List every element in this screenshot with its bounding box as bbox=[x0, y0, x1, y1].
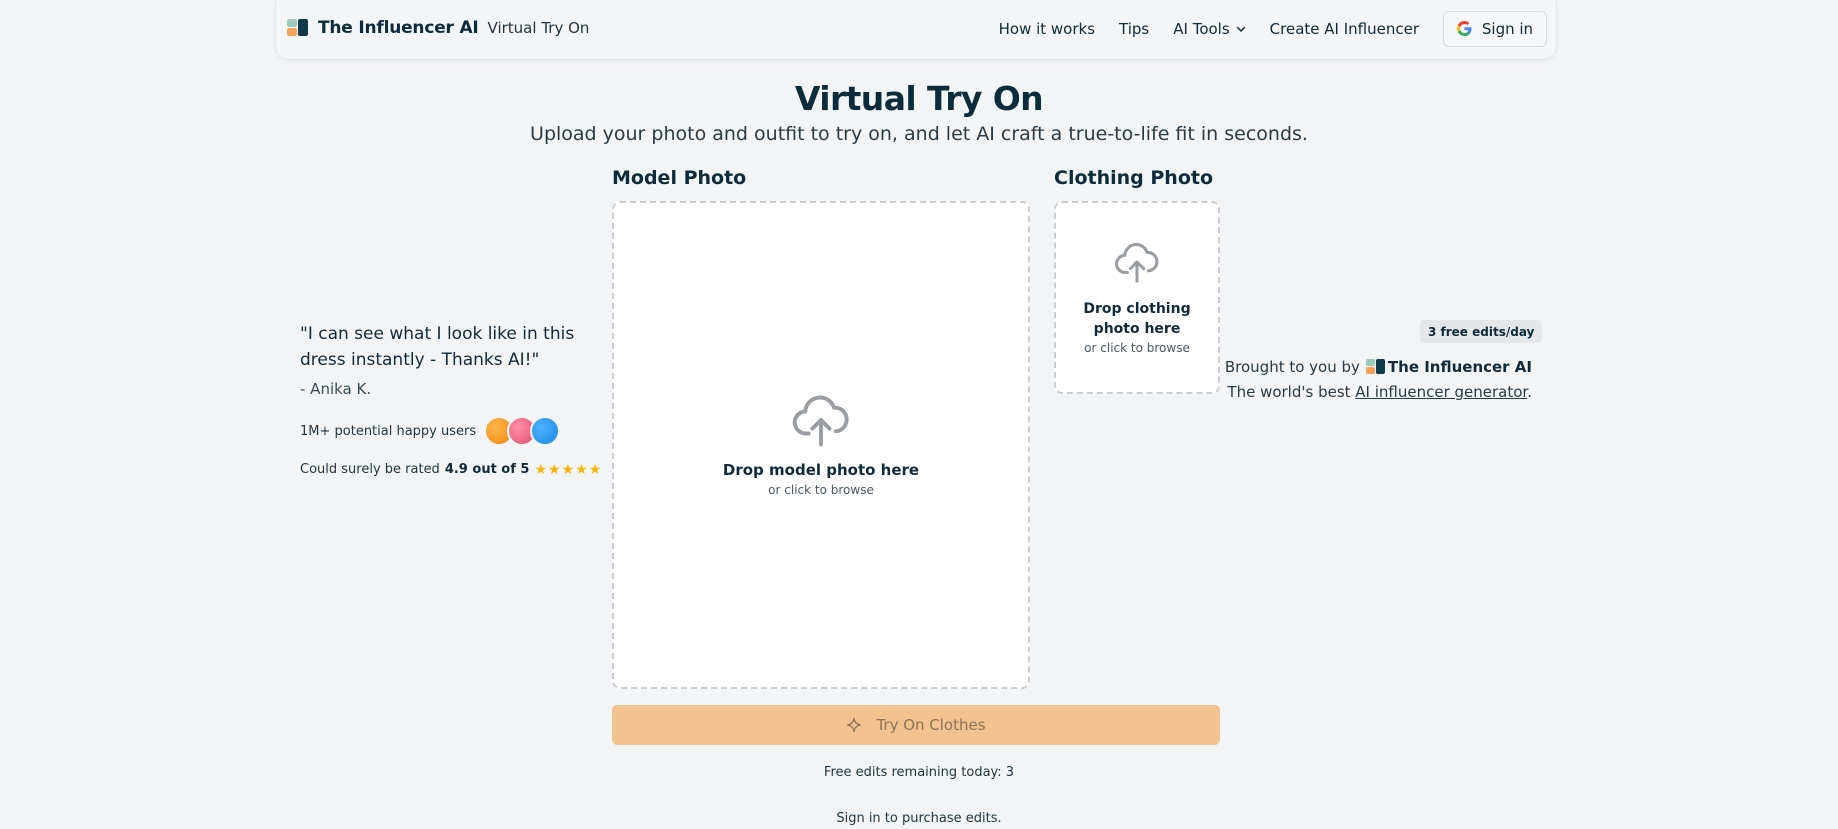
chevron-down-icon bbox=[1236, 26, 1245, 32]
sign-in-label: Sign in bbox=[1481, 19, 1534, 38]
brand[interactable]: The Influencer AI Virtual Try On bbox=[287, 18, 589, 38]
avatar bbox=[530, 416, 561, 446]
star-icon: ★ bbox=[561, 461, 575, 478]
nav-how-it-works[interactable]: How it works bbox=[999, 20, 1095, 38]
testimonial-quote: "I can see what I look like in this dres… bbox=[300, 324, 575, 370]
sign-in-button[interactable]: Sign in bbox=[1443, 10, 1547, 47]
free-edits-badge: 3 free edits/day bbox=[1420, 320, 1543, 343]
rating-prefix: Could surely be rated bbox=[300, 462, 440, 477]
avatar-group bbox=[484, 416, 561, 446]
sign-in-to-purchase: Sign in to purchase edits. bbox=[836, 811, 1002, 826]
testimonial-author: - Anika K. bbox=[300, 380, 372, 398]
brought-brand[interactable]: The Influencer AI bbox=[1388, 358, 1532, 376]
happy-users-row: 1M+ potential happy users bbox=[300, 416, 561, 446]
rating-value: 4.9 out of 5 bbox=[444, 462, 530, 477]
model-photo-dropzone[interactable]: Drop model photo here or click to browse bbox=[612, 201, 1030, 689]
brought-prefix: Brought to you by bbox=[1224, 358, 1360, 376]
nav-ai-tools-label: AI Tools bbox=[1173, 19, 1230, 38]
model-drop-sub: or click to browse bbox=[768, 483, 874, 497]
brand-subtitle: Virtual Try On bbox=[487, 19, 590, 37]
clothing-drop-title: Drop clothing photo here bbox=[1083, 300, 1191, 337]
rating-stars: ★ ★ ★ ★ ★ bbox=[534, 463, 602, 477]
star-icon: ★ bbox=[575, 461, 588, 478]
star-icon: ★ bbox=[588, 461, 602, 478]
try-on-label: Try On Clothes bbox=[876, 716, 986, 734]
logo-icon bbox=[1365, 359, 1386, 375]
free-edits-remaining: Free edits remaining today: 3 bbox=[823, 765, 1015, 780]
cloud-upload-icon bbox=[1115, 242, 1159, 283]
clothing-drop-sub: or click to browse bbox=[1084, 340, 1190, 355]
page-title: Virtual Try On bbox=[794, 79, 1044, 118]
star-icon: ★ bbox=[534, 461, 548, 478]
clothing-photo-label: Clothing Photo bbox=[1054, 167, 1214, 189]
cloud-upload-icon bbox=[792, 395, 849, 447]
top-navbar: The Influencer AI Virtual Try On How it … bbox=[275, 0, 1557, 60]
logo-icon bbox=[287, 18, 309, 38]
star-icon: ★ bbox=[548, 461, 561, 478]
model-photo-label: Model Photo bbox=[612, 167, 747, 189]
sparkle-icon bbox=[847, 717, 862, 733]
nav-ai-tools[interactable]: AI Tools bbox=[1173, 20, 1245, 38]
rating-row: Could surely be rated 4.9 out of 5 ★ ★ ★… bbox=[300, 462, 602, 477]
worlds-prefix: The world's best bbox=[1227, 383, 1356, 401]
worlds-best-line: The world's best AI influencer generator… bbox=[1120, 383, 1532, 401]
happy-users-text: 1M+ potential happy users bbox=[300, 423, 477, 439]
nav-create-ai-influencer[interactable]: Create AI Influencer bbox=[1270, 20, 1419, 38]
try-on-clothes-button[interactable]: Try On Clothes bbox=[612, 705, 1220, 745]
worlds-suffix: . bbox=[1527, 383, 1532, 401]
model-drop-title: Drop model photo here bbox=[722, 461, 920, 479]
ai-influencer-generator-link[interactable]: AI influencer generator bbox=[1355, 383, 1527, 401]
nav-tips[interactable]: Tips bbox=[1119, 20, 1149, 38]
brought-to-you-row: Brought to you by The Influencer AI bbox=[1120, 358, 1532, 376]
brand-name: The Influencer AI bbox=[318, 18, 479, 38]
nav-links: How it works Tips AI Tools Create AI Inf… bbox=[975, 0, 1556, 57]
page-subtitle: Upload your photo and outfit to try on, … bbox=[530, 123, 1308, 145]
google-icon bbox=[1456, 21, 1472, 36]
